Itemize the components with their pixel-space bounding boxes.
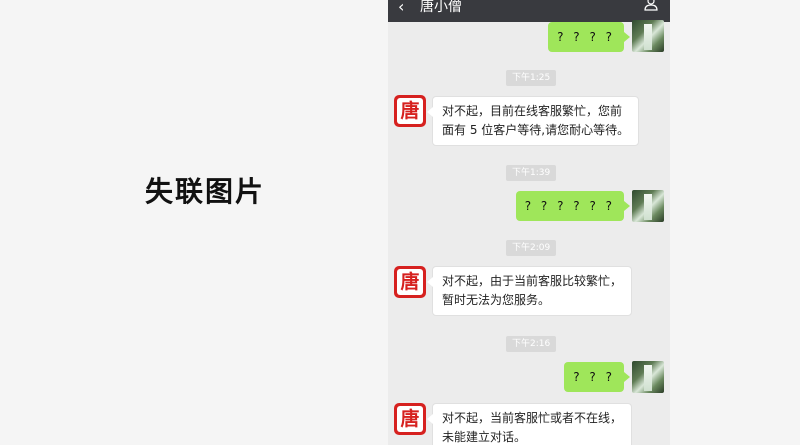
chat-window: ‹ 唐小僧 ? ? ? ? 下午1:25 唐 对不起，目前在线客服繁忙，您前 面… — [388, 0, 670, 445]
outgoing-message[interactable]: ? ? ? ? ? ? — [515, 191, 631, 221]
service-avatar-glyph: 唐 — [397, 98, 423, 124]
timestamp: 下午1:25 — [506, 70, 557, 86]
incoming-message[interactable]: 对不起，由于当前客服比较繁忙， 暂时无法为您服务。 — [426, 266, 633, 316]
incoming-message[interactable]: 对不起，当前客服忙或者不在线， 未能建立对话。 — [426, 403, 633, 445]
service-avatar[interactable]: 唐 — [394, 266, 426, 298]
message-line: 对不起，由于当前客服比较繁忙， — [442, 274, 623, 288]
timestamp: 下午2:16 — [506, 336, 557, 352]
chat-title: 唐小僧 — [420, 0, 462, 15]
outgoing-message[interactable]: ? ? ? ? — [548, 22, 630, 52]
service-avatar-glyph: 唐 — [397, 269, 423, 295]
user-avatar[interactable] — [632, 190, 664, 222]
service-avatar[interactable]: 唐 — [394, 403, 426, 435]
incoming-message[interactable]: 对不起，目前在线客服繁忙，您前 面有 5 位客户等待,请您耐心等待。 — [426, 96, 640, 146]
chat-header: ‹ 唐小僧 — [388, 0, 670, 22]
lost-image-label: 失联图片 — [145, 175, 266, 208]
message-line: 对不起，当前客服忙或者不在线， — [442, 411, 623, 425]
timestamp: 下午2:09 — [506, 240, 557, 256]
message-line: 暂时无法为您服务。 — [442, 293, 551, 307]
service-avatar[interactable]: 唐 — [394, 95, 426, 127]
service-avatar-glyph: 唐 — [397, 406, 423, 432]
timestamp: 下午1:39 — [506, 165, 557, 181]
message-line: 面有 5 位客户等待,请您耐心等待。 — [442, 123, 630, 137]
outgoing-message[interactable]: ? ? ? — [564, 362, 630, 392]
message-line: 未能建立对话。 — [442, 430, 527, 444]
user-avatar[interactable] — [632, 361, 664, 393]
message-line: 对不起，目前在线客服繁忙，您前 — [442, 104, 623, 118]
chevron-left-icon[interactable]: ‹ — [398, 0, 404, 16]
person-icon[interactable] — [644, 0, 658, 15]
user-avatar[interactable] — [632, 20, 664, 52]
